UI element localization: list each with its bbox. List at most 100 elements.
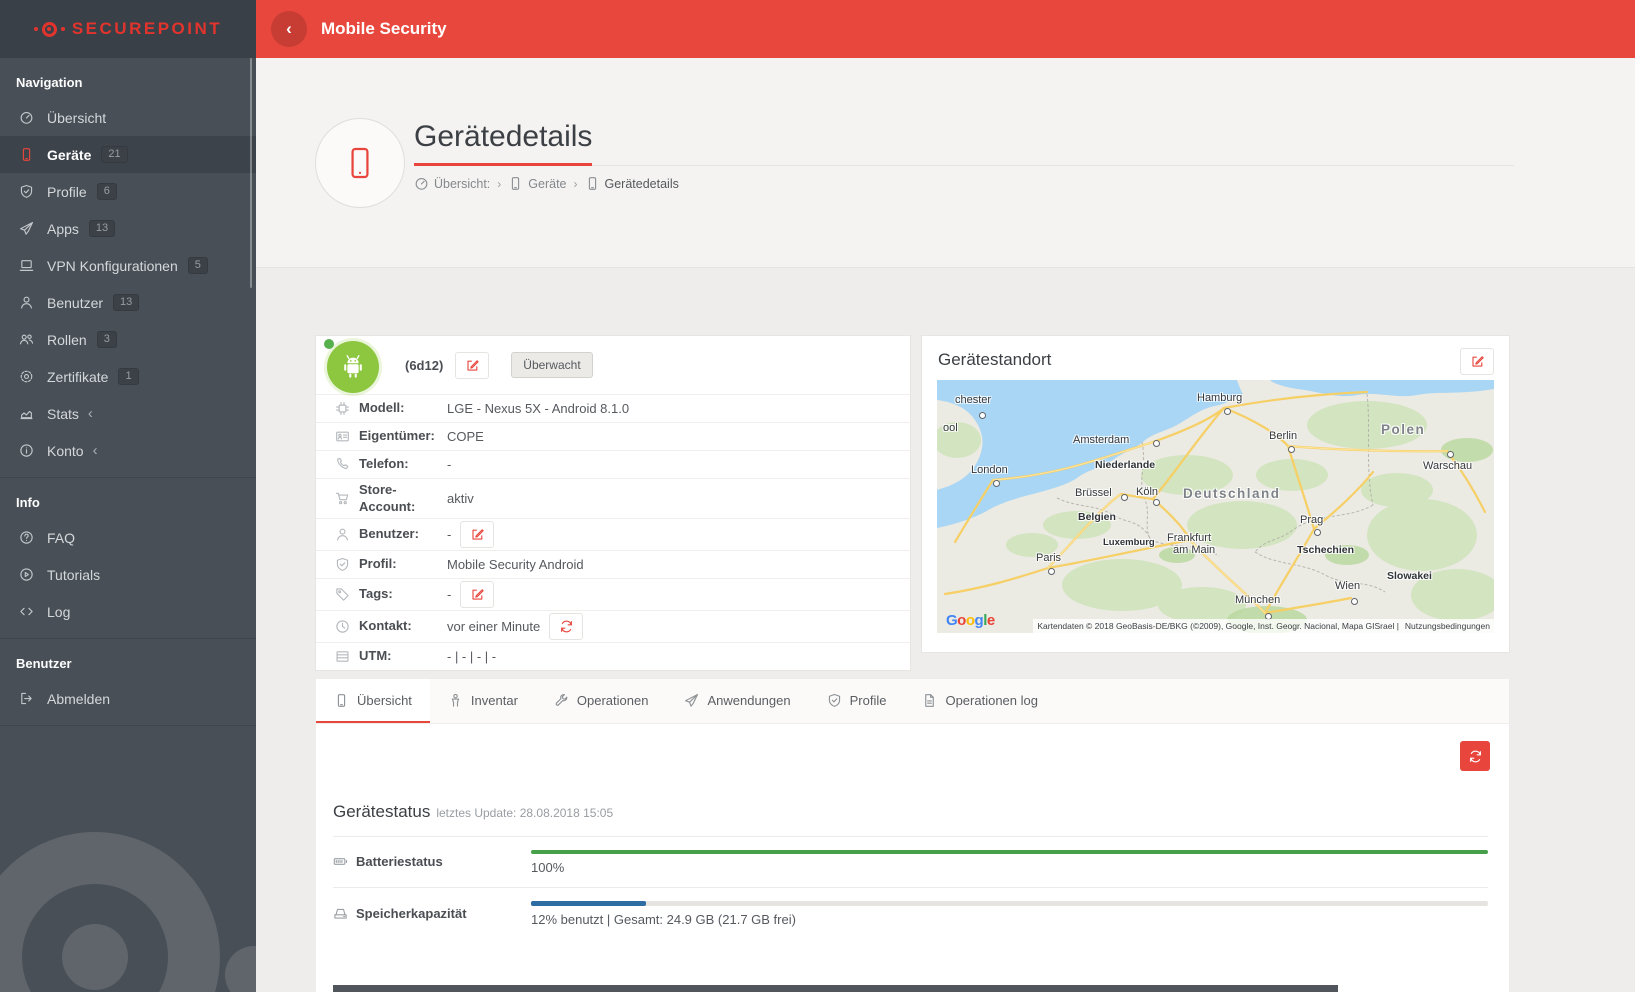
paper-plane-icon — [684, 693, 699, 708]
map-card-title: Gerätestandort — [938, 350, 1051, 370]
smartphone-icon — [508, 176, 523, 191]
sidebar-item-tutorials[interactable]: Tutorials — [0, 556, 256, 593]
map-label-brüssel: Brüssel — [1075, 487, 1112, 499]
tab-operationen-log[interactable]: Operationen log — [904, 679, 1056, 723]
sidebar-item-rollen[interactable]: Rollen3 — [0, 321, 256, 358]
sidebar-item-vpn-konfigurationen[interactable]: VPN Konfigurationen5 — [0, 247, 256, 284]
edit-location-button[interactable] — [1460, 348, 1494, 375]
sidebar-item-stats[interactable]: Stats‹ — [0, 395, 256, 432]
map-label-belgien: Belgien — [1078, 511, 1116, 523]
info-label: Benutzer: — [359, 526, 447, 542]
count-badge: 13 — [89, 220, 115, 237]
shield-icon — [334, 557, 351, 572]
device-info-row-tags: Tags:- — [316, 578, 910, 610]
id-card-icon — [334, 429, 351, 444]
back-button[interactable]: ‹ — [271, 11, 307, 47]
breadcrumb-item-gerätedetails: Gerätedetails — [585, 176, 679, 191]
nav-section-info: InfoFAQTutorialsLog — [0, 478, 256, 639]
paper-plane-icon — [16, 221, 36, 236]
map-label-tschechien: Tschechien — [1297, 544, 1354, 556]
status-row-batteriestatus: Batteriestatus100% — [333, 836, 1488, 887]
user-icon — [334, 527, 351, 542]
map-marker — [1153, 440, 1160, 447]
breadcrumb-item-geräte[interactable]: Geräte — [508, 176, 566, 191]
tab-label: Operationen — [577, 693, 649, 708]
online-status-dot — [324, 339, 334, 349]
breadcrumb-label: Gerätedetails — [605, 177, 679, 191]
tab-übersicht[interactable]: Übersicht — [316, 679, 430, 723]
sidebar-item-apps[interactable]: Apps13 — [0, 210, 256, 247]
sidebar-item-profile[interactable]: Profile6 — [0, 173, 256, 210]
tab-anwendungen[interactable]: Anwendungen — [666, 679, 808, 723]
person-icon — [448, 693, 463, 708]
tab-panel-uebersicht: Gerätestatusletztes Update: 28.08.2018 1… — [315, 724, 1510, 992]
count-badge: 1 — [118, 368, 138, 385]
sidebar-item-label: Benutzer — [47, 295, 103, 311]
map-label-amsterdam: Amsterdam — [1073, 434, 1129, 446]
map-label-slowakei: Slowakei — [1387, 570, 1432, 582]
sidebar-item-benutzer[interactable]: Benutzer 13 — [0, 284, 256, 321]
map-marker — [1288, 446, 1295, 453]
dark-panel-edge — [333, 985, 1338, 992]
map-label-polen: Polen — [1381, 422, 1425, 437]
watermark-dot — [225, 946, 256, 992]
map-label-london: London — [971, 464, 1008, 476]
progress-bar-area: 100% — [531, 848, 1488, 875]
play-circle-icon — [16, 567, 36, 582]
sidebar-item-label: Abmelden — [47, 691, 110, 707]
sidebar-item-faq[interactable]: FAQ — [0, 519, 256, 556]
certificate-icon — [16, 369, 36, 384]
sidebar-item-abmelden[interactable]: Abmelden — [0, 680, 256, 717]
android-avatar — [327, 341, 379, 393]
info-value: vor einer Minute — [447, 613, 583, 640]
breadcrumb-item-übersicht[interactable]: Übersicht: — [414, 176, 490, 191]
map-basemap — [937, 380, 1494, 633]
map-marker — [979, 412, 986, 419]
sidebar-item-geräte[interactable]: Geräte21 — [0, 136, 256, 173]
map-label-niederlande: Niederlande — [1095, 459, 1155, 471]
topbar: ‹ Mobile Security — [256, 0, 1635, 58]
chart-icon — [16, 406, 36, 421]
device-status-title: Gerätestatusletztes Update: 28.08.2018 1… — [333, 802, 613, 822]
device-info-row-benutzer: Benutzer:- — [316, 518, 910, 550]
smartphone-large-icon — [342, 145, 378, 181]
tab-profile[interactable]: Profile — [809, 679, 905, 723]
refresh-kontakt-button[interactable] — [549, 613, 583, 640]
info-label: Profil: — [359, 556, 447, 572]
map-label-warschau: Warschau — [1423, 460, 1472, 472]
info-icon — [16, 443, 36, 458]
tab-operationen[interactable]: Operationen — [536, 679, 667, 723]
map-label-münchen: München — [1235, 594, 1280, 606]
chevron-left-icon: ‹ — [93, 443, 98, 458]
sidebar-item-konto[interactable]: Konto ‹ — [0, 432, 256, 469]
google-map[interactable]: chesteroolHamburgAmsterdamNiederlandeBer… — [937, 380, 1494, 633]
logo-o-icon — [42, 22, 57, 37]
info-label: Store-Account: — [359, 482, 447, 515]
count-badge: 13 — [113, 294, 139, 311]
app-title: Mobile Security — [321, 19, 447, 39]
sidebar-item-label: Übersicht — [47, 110, 106, 126]
map-label-paris: Paris — [1036, 552, 1061, 564]
sidebar-item-übersicht[interactable]: Übersicht — [0, 99, 256, 136]
sidebar-item-label: Konto — [47, 443, 84, 459]
users-icon — [16, 332, 36, 347]
map-label-frankfurt: Frankfurt — [1167, 532, 1211, 544]
refresh-status-button[interactable] — [1460, 741, 1490, 771]
sidebar-item-log[interactable]: Log — [0, 593, 256, 630]
edit-device-name-button[interactable] — [455, 352, 489, 379]
google-logo[interactable]: Google — [946, 612, 995, 629]
sidebar-item-label: Tutorials — [47, 567, 100, 583]
breadcrumb: Übersicht:›Geräte›Gerätedetails — [414, 176, 679, 191]
tab-label: Übersicht — [357, 693, 412, 708]
dashboard-icon — [414, 176, 429, 191]
edit-tags-button[interactable] — [460, 581, 494, 608]
sidebar-item-zertifikate[interactable]: Zertifikate1 — [0, 358, 256, 395]
map-label-prag: Prag — [1300, 514, 1323, 526]
battery-icon — [333, 854, 348, 869]
edit-benutzer-button[interactable] — [460, 521, 494, 548]
tab-inventar[interactable]: Inventar — [430, 679, 536, 723]
dashboard-icon — [16, 110, 36, 125]
terms-link[interactable]: Nutzungsbedingungen — [1405, 621, 1490, 631]
map-label-berlin: Berlin — [1269, 430, 1297, 442]
info-value: COPE — [447, 429, 484, 444]
